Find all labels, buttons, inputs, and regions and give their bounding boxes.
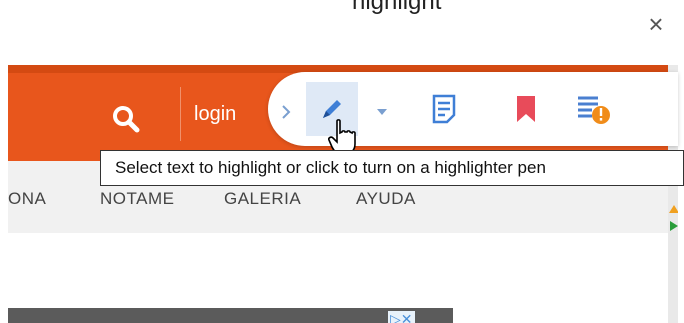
page-alert-button[interactable] — [568, 82, 620, 136]
window-title-fragment: highlight — [352, 0, 442, 14]
nav-item-persona[interactable]: ONA — [8, 189, 46, 209]
scroll-marker-orange-icon — [669, 205, 678, 213]
nav-item-ayuda[interactable]: AYUDA — [356, 189, 416, 209]
header-divider — [180, 87, 181, 141]
close-icon[interactable]: × — [642, 10, 670, 38]
search-icon[interactable] — [112, 105, 140, 133]
ad-bar — [8, 308, 453, 323]
nav-item-notame[interactable]: NOTAME — [100, 189, 174, 209]
note-button[interactable] — [418, 82, 470, 136]
login-link[interactable]: login — [194, 103, 236, 126]
scroll-marker-green-icon — [670, 221, 678, 231]
nav-item-galeria[interactable]: GALERIA — [224, 189, 301, 209]
collapse-chevron-icon[interactable] — [280, 104, 292, 120]
tooltip: Select text to highlight or click to tur… — [100, 150, 684, 186]
note-icon — [432, 94, 456, 124]
page-alert-icon — [578, 96, 610, 124]
dropdown-arrow-icon[interactable] — [376, 108, 388, 116]
bookmark-icon — [517, 96, 535, 122]
bookmark-button[interactable] — [500, 82, 552, 136]
ad-choices-icon[interactable]: ▷✕ — [388, 311, 415, 323]
